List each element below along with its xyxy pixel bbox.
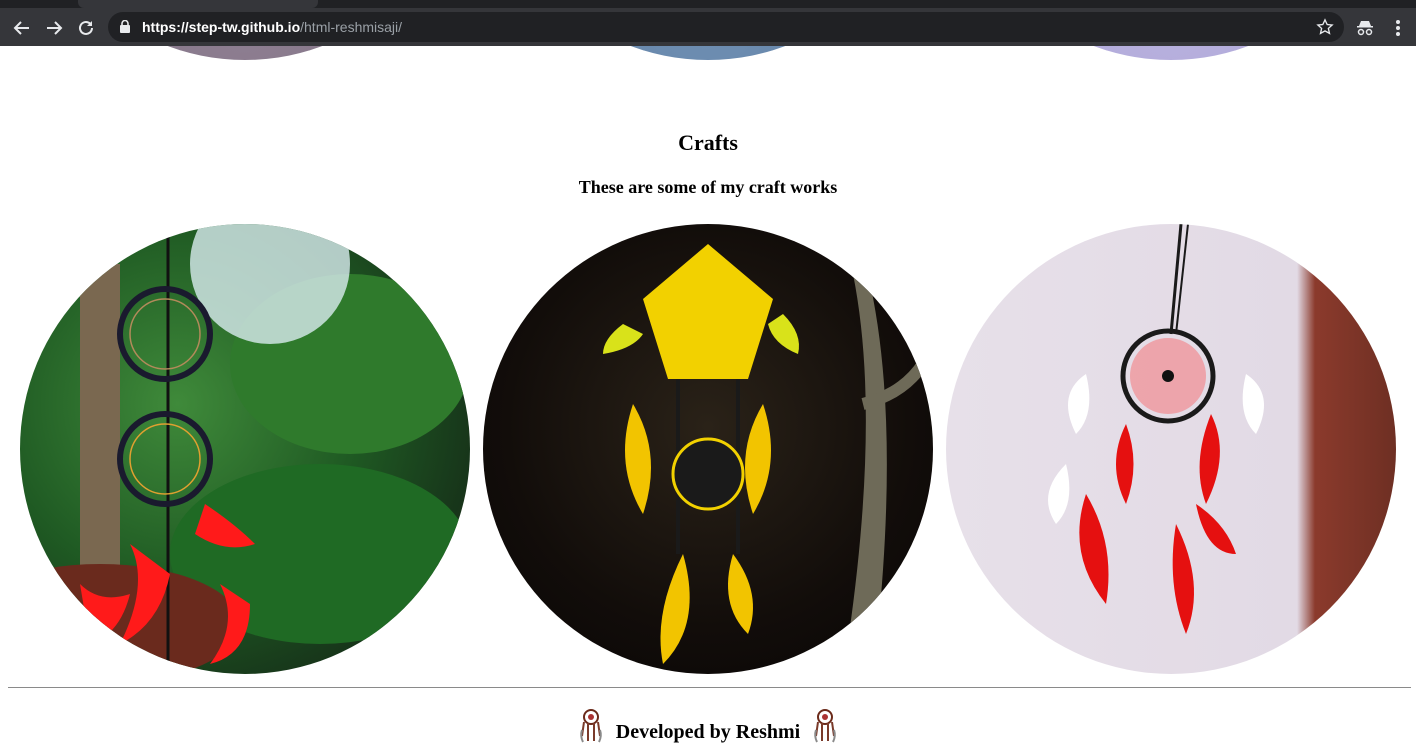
browser-toolbar: https://step-tw.github.io/html-reshmisaj… bbox=[0, 8, 1416, 46]
craft-image-dreamcatcher-yellow bbox=[483, 224, 933, 674]
url-path: /html-reshmisaji/ bbox=[300, 19, 403, 35]
arrow-left-icon bbox=[13, 21, 29, 35]
url-host: https://step-tw.github.io bbox=[142, 19, 301, 35]
footer-divider bbox=[8, 687, 1411, 688]
star-icon[interactable] bbox=[1316, 18, 1334, 36]
address-bar[interactable]: https://step-tw.github.io/html-reshmisaj… bbox=[108, 12, 1344, 42]
incognito-button[interactable] bbox=[1353, 16, 1377, 40]
reload-icon bbox=[79, 20, 93, 35]
footer: Developed by Reshmi bbox=[0, 696, 1416, 746]
more-vert-icon bbox=[1396, 20, 1400, 36]
forward-button[interactable] bbox=[42, 16, 66, 40]
lock-icon bbox=[120, 20, 130, 33]
menu-button[interactable] bbox=[1386, 16, 1410, 40]
dreamcatcher-icon bbox=[579, 709, 602, 743]
craft-image-dreamcatcher-red-white bbox=[946, 224, 1396, 674]
active-tab[interactable] bbox=[78, 0, 318, 8]
dreamcatcher-icon bbox=[814, 709, 837, 743]
reload-button[interactable] bbox=[74, 16, 98, 40]
arrow-right-icon bbox=[47, 21, 63, 35]
crafts-subtitle: These are some of my craft works bbox=[578, 177, 838, 197]
incognito-icon bbox=[1357, 21, 1373, 36]
back-button[interactable] bbox=[10, 16, 34, 40]
browser-chrome: https://step-tw.github.io/html-reshmisaj… bbox=[0, 0, 1416, 46]
url-text: https://step-tw.github.io/html-reshmisaj… bbox=[142, 19, 402, 35]
footer-text: Developed by Reshmi bbox=[615, 721, 801, 743]
tab-strip bbox=[0, 0, 1416, 8]
craft-image-dreamcatcher-black-red bbox=[20, 224, 470, 674]
crafts-title: Crafts bbox=[678, 130, 738, 155]
